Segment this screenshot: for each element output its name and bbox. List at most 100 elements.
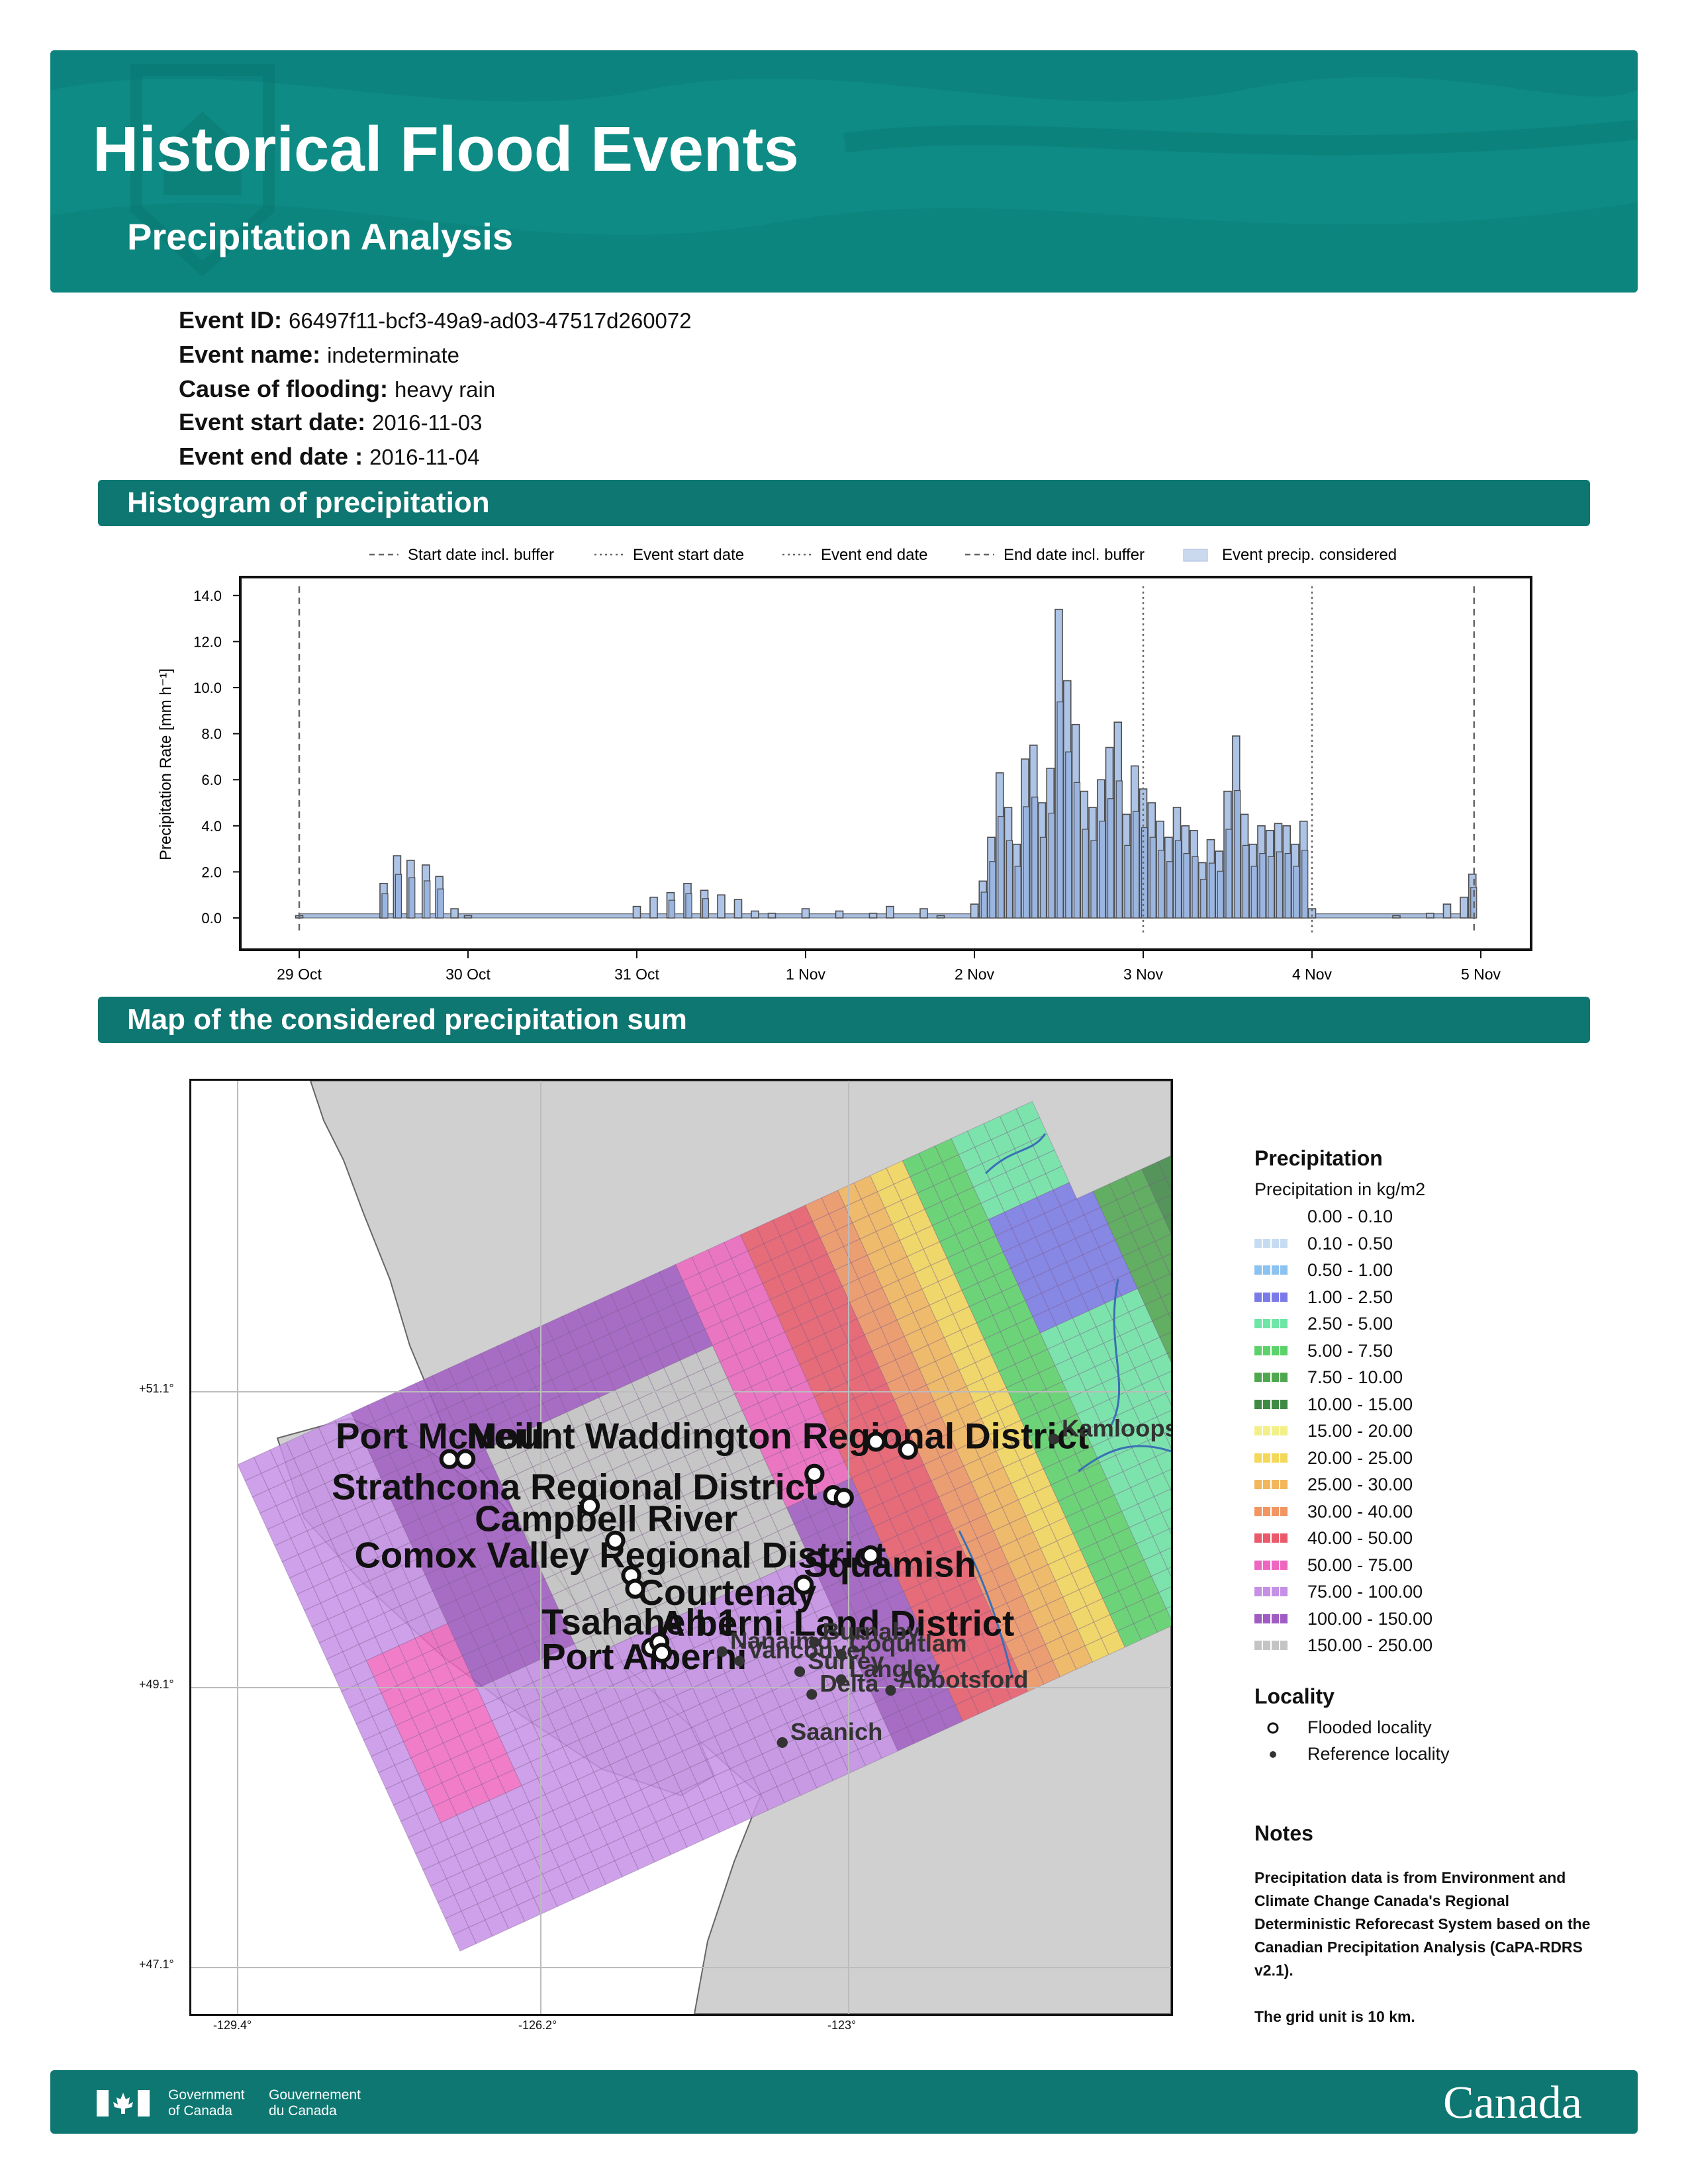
- bar-layer: [1200, 878, 1207, 919]
- flooded-locality-label: Flooded locality: [1307, 1717, 1432, 1737]
- precip-swatch: [1254, 1533, 1289, 1543]
- bar-layer: [1250, 866, 1258, 919]
- bar: [1460, 896, 1468, 919]
- bar-layer: [1268, 856, 1275, 919]
- event-name-row: Event name: indeterminate: [179, 343, 459, 367]
- lon-tick-1: -129.4°: [213, 2019, 252, 2032]
- bar-layer: [685, 893, 692, 919]
- reference-locality-marker: [806, 1689, 818, 1700]
- event-end-value: 2016-11-04: [369, 445, 480, 469]
- chart-legend: Start date incl. buffer Event start date E…: [369, 546, 1397, 564]
- map-section-header: Map of the considered precipitation sum: [98, 997, 1590, 1043]
- precip-class-label: 20.00 - 25.00: [1307, 1447, 1413, 1468]
- notes-title: Notes: [1254, 1821, 1313, 1845]
- x-tick-label: 5 Nov: [1461, 966, 1501, 983]
- map-canvas: Port McNeillMount Waddington Regional Di…: [191, 1081, 1171, 2014]
- flooded-locality-marker: [866, 1432, 886, 1452]
- bar: [751, 910, 759, 919]
- event-cause-label: Cause of flooding:: [179, 375, 388, 402]
- event-name-value: indeterminate: [327, 343, 460, 367]
- reference-locality-marker-icon: [1270, 1751, 1276, 1758]
- reference-locality-marker: [734, 1655, 745, 1666]
- precip-swatch: [1254, 1560, 1289, 1570]
- precip-class-label: 15.00 - 20.00: [1307, 1421, 1413, 1441]
- precip-swatch: [1254, 1238, 1289, 1248]
- precip-class-label: 30.00 - 40.00: [1307, 1501, 1413, 1522]
- bar-layer: [1133, 811, 1140, 919]
- notes-body: Precipitation data is from Environment a…: [1254, 1866, 1605, 2028]
- bar-layer: [1107, 798, 1115, 919]
- bar-layer: [668, 899, 676, 919]
- x-tick-label: 1 Nov: [786, 966, 826, 983]
- y-tick-label: 10.0: [193, 680, 222, 696]
- bar-layer: [980, 891, 988, 919]
- precip-legend-title: Precipitation: [1254, 1146, 1383, 1170]
- bar-layer: [1174, 840, 1182, 919]
- bar-layer: [381, 893, 389, 919]
- x-tick-label: 29 Oct: [277, 966, 322, 983]
- flooded-locality-label: Mount Waddington Regional District: [467, 1416, 1089, 1457]
- bar-layer: [424, 880, 431, 919]
- reference-locality-marker: [716, 1646, 728, 1657]
- bar-layer: [1301, 850, 1309, 919]
- notes-grid-unit: The grid unit is 10 km.: [1254, 2008, 1415, 2025]
- bar: [936, 915, 945, 919]
- bar-layer: [1225, 829, 1233, 919]
- legend-entry-0: Start date incl. buffer: [408, 546, 554, 564]
- precip-swatch: [1254, 1373, 1289, 1382]
- event-end-row: Event end date :2016-11-04: [179, 445, 479, 469]
- precip-class-label: 150.00 - 250.00: [1307, 1635, 1433, 1655]
- plot-frame: [239, 576, 1532, 951]
- precip-class-label: 2.50 - 5.00: [1307, 1314, 1393, 1334]
- reference-locality-label: Kamloops: [1062, 1414, 1171, 1441]
- histogram-section-title: Histogram of precipitation: [127, 486, 490, 519]
- precipitation-histogram: Start date incl. buffer Event start date E…: [157, 546, 1532, 983]
- bar-layer: [1115, 780, 1123, 919]
- x-tick-label: 4 Nov: [1292, 966, 1333, 983]
- y-tick-label: 12.0: [193, 633, 222, 650]
- x-tick-label: 30 Oct: [445, 966, 491, 983]
- bar-layer: [1242, 844, 1250, 919]
- bar-layer: [1048, 813, 1055, 919]
- flooded-locality-marker: [861, 1545, 881, 1566]
- bar-layer: [1192, 856, 1199, 919]
- precip-swatch: [1254, 1212, 1289, 1221]
- reference-locality-marker: [1048, 1433, 1059, 1445]
- bar-layer: [1082, 829, 1089, 919]
- precip-swatch: [1254, 1292, 1289, 1302]
- lat-tick-2: +49.1°: [139, 1678, 174, 1691]
- x-tick-label: 31 Oct: [614, 966, 659, 983]
- bar-layer: [1099, 821, 1106, 919]
- bar-layer: [1183, 852, 1190, 919]
- event-name-label: Event name:: [179, 341, 321, 368]
- flooded-locality-marker: [579, 1496, 600, 1516]
- legend-entry-1: Event start date: [633, 546, 744, 564]
- precip-class-label: 5.00 - 7.50: [1307, 1340, 1393, 1361]
- precip-class-label: 0.10 - 0.50: [1307, 1233, 1393, 1253]
- reference-locality-marker: [809, 1637, 820, 1648]
- canada-wordmark: Canada: [1443, 2077, 1582, 2128]
- bar-layer: [1276, 851, 1284, 919]
- event-cause-row: Cause of flooding: heavy rain: [179, 377, 495, 401]
- gov-en-line-2: of Canada: [168, 2103, 232, 2118]
- locality-legend-title: Locality: [1254, 1684, 1335, 1708]
- flooded-locality-marker: [455, 1449, 476, 1469]
- precip-class-label: 75.00 - 100.00: [1307, 1582, 1423, 1602]
- map-section-title: Map of the considered precipitation sum: [127, 1003, 687, 1036]
- bar-layer: [1073, 782, 1081, 919]
- precip-swatch: [1254, 1506, 1289, 1516]
- bar-layer: [1014, 866, 1021, 919]
- bar: [1392, 915, 1401, 919]
- legend-entry-4: Event precip. considered: [1222, 546, 1397, 564]
- gov-fr-line-2: du Canada: [269, 2103, 337, 2118]
- histogram-section-header: Histogram of precipitation: [98, 480, 1590, 526]
- precip-legend-subtitle: Precipitation in kg/m2: [1254, 1179, 1426, 1199]
- flooded-locality-label: Squamish: [804, 1544, 976, 1584]
- bar-layer: [1259, 852, 1266, 919]
- bar: [1442, 903, 1452, 919]
- bar-layer: [1158, 850, 1165, 919]
- precip-swatch: [1254, 1319, 1289, 1328]
- precip-class-label: 7.50 - 10.00: [1307, 1367, 1403, 1387]
- precip-swatch: [1254, 1453, 1289, 1463]
- bar: [767, 913, 776, 919]
